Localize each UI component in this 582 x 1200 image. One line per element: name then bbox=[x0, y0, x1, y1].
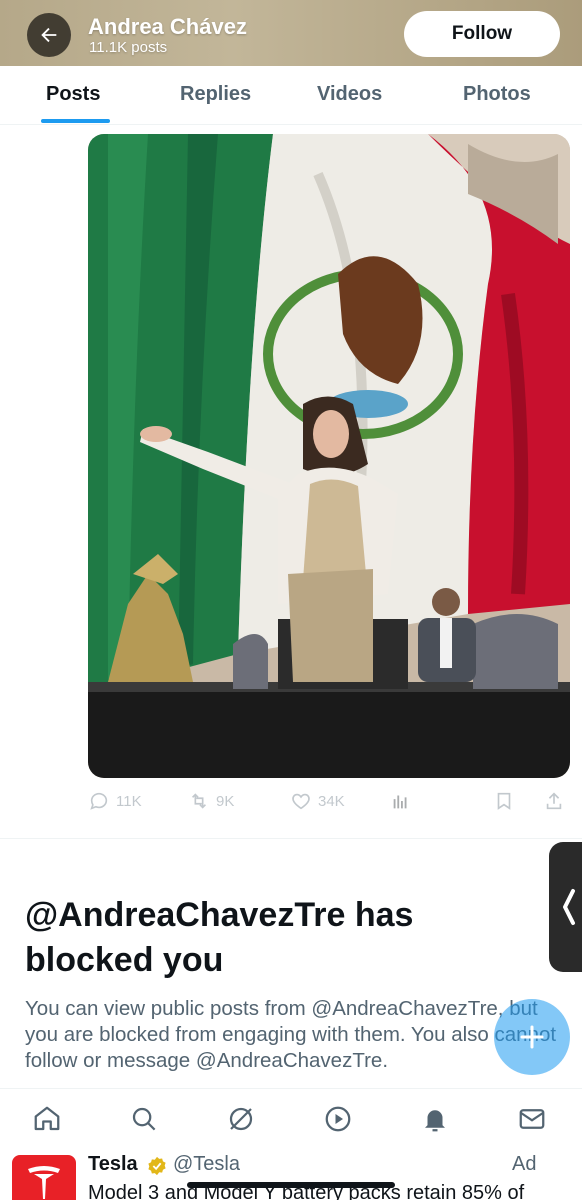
views-chart-icon bbox=[393, 795, 407, 809]
video-icon[interactable] bbox=[322, 1103, 354, 1135]
blocked-description: You can view public posts from @AndreaCh… bbox=[25, 997, 557, 1072]
repost-count: 9K bbox=[216, 792, 235, 810]
share-button[interactable] bbox=[543, 790, 565, 812]
ad-account-handle: @Tesla bbox=[173, 1153, 240, 1175]
search-icon[interactable] bbox=[128, 1103, 160, 1135]
tab-photos[interactable]: Photos bbox=[463, 83, 531, 106]
follow-button[interactable]: Follow bbox=[404, 11, 560, 57]
post-photo[interactable] bbox=[88, 134, 570, 778]
home-icon[interactable] bbox=[31, 1103, 63, 1135]
promoted-post[interactable]: Tesla @Tesla Ad Model 3 and Model Y batt… bbox=[0, 1152, 582, 1200]
grok-icon[interactable] bbox=[225, 1103, 257, 1135]
tab-posts[interactable]: Posts bbox=[46, 83, 100, 106]
verified-gold-icon bbox=[148, 1156, 166, 1176]
blocked-title: @AndreaChavezTre has blocked you bbox=[25, 896, 414, 979]
repost-button[interactable]: 9K bbox=[188, 790, 234, 812]
back-button[interactable] bbox=[27, 13, 71, 57]
heart-icon bbox=[292, 793, 310, 810]
ad-account-name: Tesla bbox=[88, 1153, 138, 1175]
messages-icon[interactable] bbox=[516, 1103, 548, 1135]
plus-icon bbox=[520, 1025, 544, 1049]
tesla-logo-icon bbox=[28, 1166, 60, 1199]
side-panel-handle[interactable] bbox=[549, 842, 582, 972]
reply-count: 11K bbox=[116, 792, 142, 810]
tesla-avatar[interactable] bbox=[12, 1155, 76, 1200]
views-button[interactable] bbox=[390, 790, 412, 812]
profile-tabs: Posts Replies Videos Photos bbox=[0, 66, 582, 125]
bottom-navigation bbox=[0, 1088, 582, 1152]
bookmark-button[interactable] bbox=[493, 790, 515, 812]
profile-name: Andrea Chávez bbox=[88, 14, 247, 39]
home-indicator bbox=[187, 1182, 395, 1188]
share-icon bbox=[546, 792, 562, 810]
bookmark-icon bbox=[497, 792, 511, 810]
post-actions: 11K 9K 34K bbox=[88, 786, 570, 818]
chevron-left-icon bbox=[563, 889, 575, 925]
compose-button[interactable] bbox=[494, 999, 570, 1075]
notifications-icon[interactable] bbox=[419, 1103, 451, 1135]
tab-videos[interactable]: Videos bbox=[317, 83, 382, 106]
reply-icon bbox=[90, 792, 108, 810]
post-count: 11.1K posts bbox=[89, 39, 168, 56]
repost-icon bbox=[191, 793, 207, 809]
active-tab-indicator bbox=[41, 119, 110, 123]
arrow-left-icon bbox=[41, 27, 57, 43]
profile-header: Andrea Chávez 11.1K posts Follow bbox=[0, 0, 582, 66]
like-count: 34K bbox=[318, 792, 345, 810]
ad-label: Ad bbox=[512, 1153, 537, 1175]
tab-replies[interactable]: Replies bbox=[180, 83, 251, 106]
section-divider bbox=[0, 838, 582, 839]
reply-button[interactable]: 11K bbox=[88, 790, 142, 812]
like-button[interactable]: 34K bbox=[290, 790, 345, 812]
